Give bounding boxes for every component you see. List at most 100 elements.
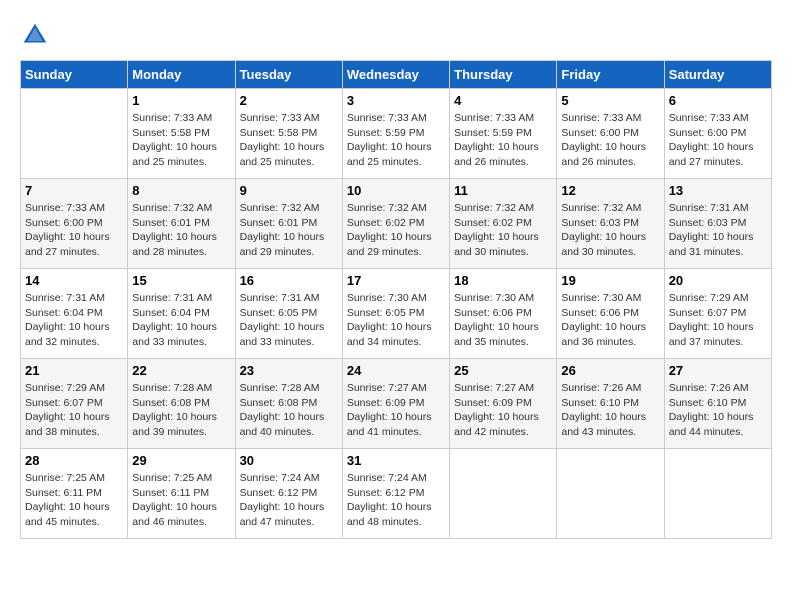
day-number: 3 [347, 93, 445, 108]
calendar-cell: 15 Sunrise: 7:31 AM Sunset: 6:04 PM Dayli… [128, 269, 235, 359]
day-content: Sunrise: 7:33 AM Sunset: 5:59 PM Dayligh… [454, 111, 552, 170]
calendar-cell: 22 Sunrise: 7:28 AM Sunset: 6:08 PM Dayli… [128, 359, 235, 449]
day-content: Sunrise: 7:24 AM Sunset: 6:12 PM Dayligh… [240, 471, 338, 530]
calendar-cell: 12 Sunrise: 7:32 AM Sunset: 6:03 PM Dayli… [557, 179, 664, 269]
day-number: 4 [454, 93, 552, 108]
calendar-cell: 24 Sunrise: 7:27 AM Sunset: 6:09 PM Dayli… [342, 359, 449, 449]
calendar-cell: 4 Sunrise: 7:33 AM Sunset: 5:59 PM Daylig… [450, 89, 557, 179]
day-content: Sunrise: 7:32 AM Sunset: 6:02 PM Dayligh… [347, 201, 445, 260]
calendar-cell: 29 Sunrise: 7:25 AM Sunset: 6:11 PM Dayli… [128, 449, 235, 539]
day-content: Sunrise: 7:32 AM Sunset: 6:01 PM Dayligh… [240, 201, 338, 260]
day-content: Sunrise: 7:31 AM Sunset: 6:04 PM Dayligh… [132, 291, 230, 350]
day-number: 29 [132, 453, 230, 468]
weekday-header-monday: Monday [128, 61, 235, 89]
day-content: Sunrise: 7:27 AM Sunset: 6:09 PM Dayligh… [347, 381, 445, 440]
calendar-cell: 30Sunrise: 7:24 AM Sunset: 6:12 PM Dayli… [235, 449, 342, 539]
day-number: 25 [454, 363, 552, 378]
day-content: Sunrise: 7:33 AM Sunset: 6:00 PM Dayligh… [25, 201, 123, 260]
weekday-header-thursday: Thursday [450, 61, 557, 89]
day-number: 14 [25, 273, 123, 288]
day-content: Sunrise: 7:31 AM Sunset: 6:05 PM Dayligh… [240, 291, 338, 350]
calendar-cell: 20 Sunrise: 7:29 AM Sunset: 6:07 PM Dayli… [664, 269, 771, 359]
calendar-cell: 6Sunrise: 7:33 AM Sunset: 6:00 PM Daylig… [664, 89, 771, 179]
day-number: 28 [25, 453, 123, 468]
day-number: 17 [347, 273, 445, 288]
calendar-cell: 26 Sunrise: 7:26 AM Sunset: 6:10 PM Dayli… [557, 359, 664, 449]
calendar-cell: 2 Sunrise: 7:33 AM Sunset: 5:58 PM Daylig… [235, 89, 342, 179]
calendar-week-5: 28 Sunrise: 7:25 AM Sunset: 6:11 PM Dayli… [21, 449, 772, 539]
calendar-cell [450, 449, 557, 539]
day-number: 1 [132, 93, 230, 108]
calendar-cell: 27 Sunrise: 7:26 AM Sunset: 6:10 PM Dayli… [664, 359, 771, 449]
calendar-week-1: 1 Sunrise: 7:33 AM Sunset: 5:58 PM Daylig… [21, 89, 772, 179]
day-number: 7 [25, 183, 123, 198]
day-number: 16 [240, 273, 338, 288]
day-content: Sunrise: 7:25 AM Sunset: 6:11 PM Dayligh… [25, 471, 123, 530]
day-number: 22 [132, 363, 230, 378]
day-content: Sunrise: 7:30 AM Sunset: 6:06 PM Dayligh… [454, 291, 552, 350]
calendar-cell: 16 Sunrise: 7:31 AM Sunset: 6:05 PM Dayli… [235, 269, 342, 359]
day-content: Sunrise: 7:33 AM Sunset: 6:00 PM Dayligh… [561, 111, 659, 170]
day-content: Sunrise: 7:29 AM Sunset: 6:07 PM Dayligh… [669, 291, 767, 350]
day-number: 12 [561, 183, 659, 198]
day-number: 19 [561, 273, 659, 288]
calendar-cell: 10 Sunrise: 7:32 AM Sunset: 6:02 PM Dayli… [342, 179, 449, 269]
day-content: Sunrise: 7:28 AM Sunset: 6:08 PM Dayligh… [132, 381, 230, 440]
day-number: 31 [347, 453, 445, 468]
day-number: 27 [669, 363, 767, 378]
calendar-cell: 21 Sunrise: 7:29 AM Sunset: 6:07 PM Dayli… [21, 359, 128, 449]
calendar-cell: 25 Sunrise: 7:27 AM Sunset: 6:09 PM Dayli… [450, 359, 557, 449]
calendar-week-4: 21 Sunrise: 7:29 AM Sunset: 6:07 PM Dayli… [21, 359, 772, 449]
day-content: Sunrise: 7:26 AM Sunset: 6:10 PM Dayligh… [669, 381, 767, 440]
day-content: Sunrise: 7:33 AM Sunset: 5:59 PM Dayligh… [347, 111, 445, 170]
page-header [20, 20, 772, 50]
day-content: Sunrise: 7:26 AM Sunset: 6:10 PM Dayligh… [561, 381, 659, 440]
day-number: 20 [669, 273, 767, 288]
day-number: 26 [561, 363, 659, 378]
day-content: Sunrise: 7:27 AM Sunset: 6:09 PM Dayligh… [454, 381, 552, 440]
calendar-cell: 8 Sunrise: 7:32 AM Sunset: 6:01 PM Daylig… [128, 179, 235, 269]
calendar-table: SundayMondayTuesdayWednesdayThursdayFrid… [20, 60, 772, 539]
day-content: Sunrise: 7:29 AM Sunset: 6:07 PM Dayligh… [25, 381, 123, 440]
day-content: Sunrise: 7:32 AM Sunset: 6:02 PM Dayligh… [454, 201, 552, 260]
day-number: 5 [561, 93, 659, 108]
calendar-cell: 19 Sunrise: 7:30 AM Sunset: 6:06 PM Dayli… [557, 269, 664, 359]
weekday-header-sunday: Sunday [21, 61, 128, 89]
day-number: 10 [347, 183, 445, 198]
calendar-cell [664, 449, 771, 539]
calendar-cell: 17 Sunrise: 7:30 AM Sunset: 6:05 PM Dayli… [342, 269, 449, 359]
calendar-week-2: 7 Sunrise: 7:33 AM Sunset: 6:00 PM Daylig… [21, 179, 772, 269]
weekday-header-row: SundayMondayTuesdayWednesdayThursdayFrid… [21, 61, 772, 89]
calendar-cell: 1Sunrise: 7:33 AM Sunset: 5:58 PM Daylig… [128, 89, 235, 179]
weekday-header-tuesday: Tuesday [235, 61, 342, 89]
calendar-cell: 18Sunrise: 7:30 AM Sunset: 6:06 PM Dayli… [450, 269, 557, 359]
day-number: 9 [240, 183, 338, 198]
day-content: Sunrise: 7:30 AM Sunset: 6:06 PM Dayligh… [561, 291, 659, 350]
day-number: 21 [25, 363, 123, 378]
day-number: 11 [454, 183, 552, 198]
calendar-cell: 31Sunrise: 7:24 AM Sunset: 6:12 PM Dayli… [342, 449, 449, 539]
day-number: 23 [240, 363, 338, 378]
weekday-header-wednesday: Wednesday [342, 61, 449, 89]
calendar-cell: 14 Sunrise: 7:31 AM Sunset: 6:04 PM Dayli… [21, 269, 128, 359]
day-number: 24 [347, 363, 445, 378]
calendar-week-3: 14 Sunrise: 7:31 AM Sunset: 6:04 PM Dayli… [21, 269, 772, 359]
day-number: 2 [240, 93, 338, 108]
day-number: 8 [132, 183, 230, 198]
calendar-cell: 5 Sunrise: 7:33 AM Sunset: 6:00 PM Daylig… [557, 89, 664, 179]
logo [20, 20, 54, 50]
day-number: 15 [132, 273, 230, 288]
day-content: Sunrise: 7:25 AM Sunset: 6:11 PM Dayligh… [132, 471, 230, 530]
calendar-cell: 13Sunrise: 7:31 AM Sunset: 6:03 PM Dayli… [664, 179, 771, 269]
day-content: Sunrise: 7:31 AM Sunset: 6:03 PM Dayligh… [669, 201, 767, 260]
day-content: Sunrise: 7:30 AM Sunset: 6:05 PM Dayligh… [347, 291, 445, 350]
logo-icon [20, 20, 50, 50]
weekday-header-saturday: Saturday [664, 61, 771, 89]
calendar-cell: 28 Sunrise: 7:25 AM Sunset: 6:11 PM Dayli… [21, 449, 128, 539]
day-content: Sunrise: 7:31 AM Sunset: 6:04 PM Dayligh… [25, 291, 123, 350]
day-content: Sunrise: 7:33 AM Sunset: 5:58 PM Dayligh… [240, 111, 338, 170]
day-content: Sunrise: 7:32 AM Sunset: 6:01 PM Dayligh… [132, 201, 230, 260]
calendar-cell: 23Sunrise: 7:28 AM Sunset: 6:08 PM Dayli… [235, 359, 342, 449]
calendar-cell [21, 89, 128, 179]
day-content: Sunrise: 7:32 AM Sunset: 6:03 PM Dayligh… [561, 201, 659, 260]
